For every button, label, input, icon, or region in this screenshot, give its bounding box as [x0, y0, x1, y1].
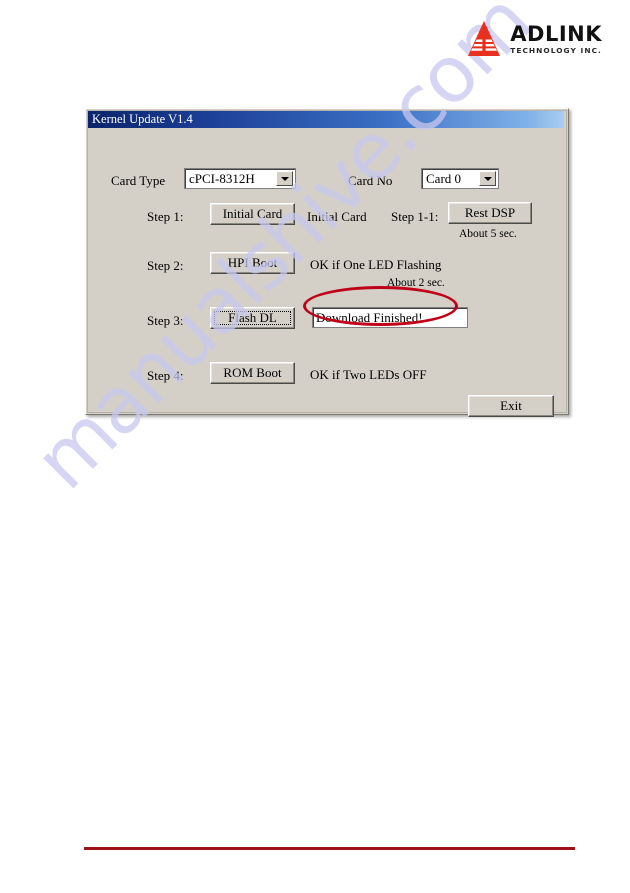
card-type-value: cPCI-8312H [189, 170, 255, 186]
initial-card-button[interactable]: Initial Card [210, 203, 295, 225]
step1-label: Step 1: [147, 209, 184, 224]
step1-note: Initial Card [307, 209, 367, 224]
card-no-value: Card 0 [426, 170, 462, 186]
card-type-dropdown[interactable]: cPCI-8312H [184, 168, 296, 189]
card-no-dropdown[interactable]: Card 0 [421, 168, 499, 189]
download-status-value: Download Finished! [316, 309, 423, 325]
adlink-triangle-icon [464, 19, 504, 59]
rom-boot-button[interactable]: ROM Boot [210, 362, 295, 384]
step2-note: OK if One LED Flashing [310, 257, 442, 272]
flash-dl-button-label: Flash DL [228, 310, 277, 325]
step4-label: Step 4: [147, 368, 184, 383]
exit-button[interactable]: Exit [468, 395, 554, 417]
download-status-field[interactable]: Download Finished! [312, 307, 468, 328]
step2-label: Step 2: [147, 258, 184, 273]
chevron-down-icon[interactable] [479, 171, 496, 186]
hpi-boot-button[interactable]: HPI Boot [210, 252, 295, 274]
rest-dsp-button[interactable]: Rest DSP [448, 202, 532, 224]
exit-button-label: Exit [500, 398, 522, 413]
step4-note: OK if Two LEDs OFF [310, 367, 427, 382]
rest-dsp-button-label: Rest DSP [464, 205, 516, 220]
step2-note-secondary: About 2 sec. [387, 277, 445, 289]
rom-boot-button-label: ROM Boot [223, 365, 282, 380]
step1-1-label: Step 1-1: [391, 209, 439, 224]
flash-dl-button[interactable]: Flash DL [210, 307, 295, 329]
dialog-title: Kernel Update V1.4 [92, 112, 193, 126]
footer-divider [84, 847, 575, 850]
adlink-wordmark: ADLINK TECHNOLOGY INC. [510, 21, 602, 55]
step3-label: Step 3: [147, 313, 184, 328]
hpi-boot-button-label: HPI Boot [227, 255, 278, 270]
kernel-update-dialog: Kernel Update V1.4 Card Type cPCI-8312H … [85, 108, 569, 417]
card-type-label: Card Type [111, 173, 166, 188]
initial-card-button-label: Initial Card [222, 206, 283, 221]
dialog-client-area: Card Type cPCI-8312H Card No Card 0 Step… [88, 130, 564, 417]
dialog-titlebar[interactable]: Kernel Update V1.4 [88, 111, 564, 128]
adlink-logo: ADLINK TECHNOLOGY INC. [464, 18, 602, 60]
brand-tagline: TECHNOLOGY INC. [510, 45, 602, 55]
card-no-label: Card No [348, 173, 393, 188]
chevron-down-icon[interactable] [276, 171, 293, 186]
brand-name: ADLINK [510, 21, 602, 46]
step1-1-note: About 5 sec. [459, 228, 517, 240]
